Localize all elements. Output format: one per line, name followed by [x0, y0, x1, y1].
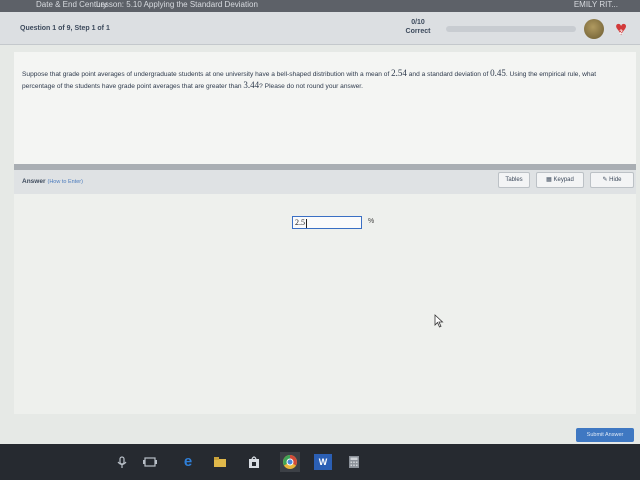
answer-value: 2.5 [295, 218, 305, 227]
score-value: 0/10 [411, 19, 425, 26]
question-part4: ? Please do not round your answer. [259, 83, 363, 90]
percent-unit: % [368, 218, 375, 225]
hearts-count: 2 [619, 30, 623, 36]
answer-toolbar: Answer (How to Enter) Tables ▦ Keypad ✎ H… [14, 170, 636, 194]
microphone-icon[interactable] [114, 454, 130, 470]
word-icon[interactable]: W [314, 454, 332, 470]
task-view-icon[interactable] [142, 454, 158, 470]
text-caret [306, 218, 307, 228]
windows-taskbar: e W [0, 444, 640, 480]
answer-label: Answer (How to Enter) [22, 178, 83, 185]
question-part1: Suppose that grade point averages of und… [22, 71, 390, 78]
heart-icon[interactable]: ♥ 2 [610, 18, 632, 40]
answer-label-text: Answer [22, 178, 46, 185]
submit-answer-button[interactable]: Submit Answer [576, 428, 634, 442]
browser-tab-strip: Date & End Century Lesson: 5.10 Applying… [0, 0, 640, 12]
hide-label: Hide [609, 177, 622, 183]
keypad-button[interactable]: ▦ Keypad [536, 172, 584, 188]
score-display: 0/10 Correct [396, 18, 440, 36]
coin-icon[interactable] [584, 19, 604, 39]
progress-bar [446, 26, 576, 32]
file-explorer-icon[interactable] [212, 454, 228, 470]
sd-value: 0.45 [490, 68, 506, 78]
mean-value: 2.54 [391, 68, 407, 78]
calculator-icon[interactable] [346, 454, 362, 470]
user-name[interactable]: EMILY RIT... [574, 0, 618, 10]
chrome-icon[interactable] [280, 452, 300, 472]
edge-icon[interactable]: e [180, 454, 196, 470]
how-to-enter-link[interactable]: (How to Enter) [47, 179, 82, 185]
threshold-value: 3.44 [243, 80, 260, 90]
score-status: Correct [405, 28, 431, 35]
question-text: Suppose that grade point averages of und… [22, 68, 626, 92]
question-panel: Suppose that grade point averages of und… [14, 52, 636, 164]
answer-area: 2.5 % [14, 194, 636, 414]
store-icon[interactable] [246, 454, 262, 470]
mouse-pointer-icon [434, 314, 444, 328]
question-header: Question 1 of 9, Step 1 of 1 0/10 Correc… [0, 12, 640, 45]
question-part2: and a standard deviation of [408, 71, 489, 78]
tables-button[interactable]: Tables [498, 172, 530, 188]
keypad-label: Keypad [553, 177, 574, 183]
answer-input[interactable]: 2.5 [292, 216, 362, 229]
app-screen: Question 1 of 9, Step 1 of 1 0/10 Correc… [0, 12, 640, 444]
hide-button[interactable]: ✎ Hide [590, 172, 634, 188]
question-step-label: Question 1 of 9, Step 1 of 1 [20, 25, 110, 32]
tab-lesson-title[interactable]: Lesson: 5.10 Applying the Standard Devia… [96, 0, 258, 10]
tables-label: Tables [505, 177, 523, 183]
